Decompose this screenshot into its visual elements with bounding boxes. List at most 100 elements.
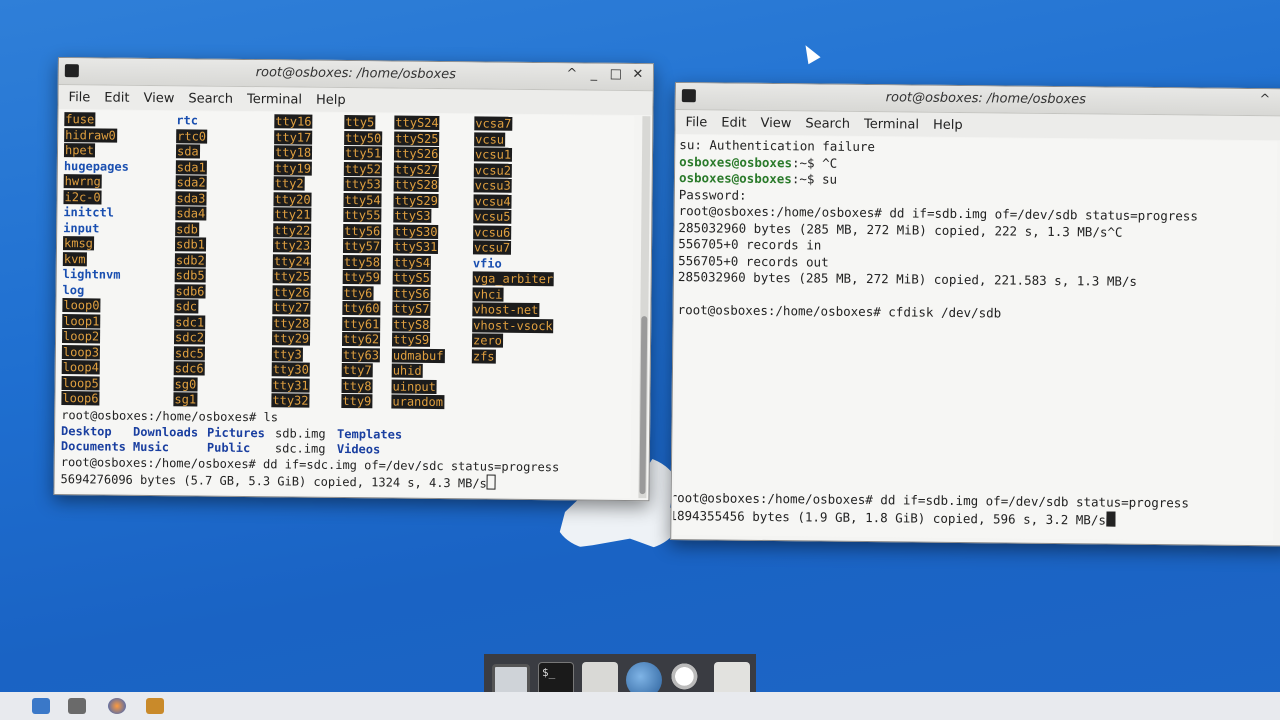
dev-entry: hpet [63, 143, 96, 158]
menu-view[interactable]: View [760, 115, 791, 130]
dev-entry: kmsg [62, 236, 95, 251]
dev-entry: sda3 [175, 190, 207, 206]
menu-view[interactable]: View [143, 90, 174, 105]
dev-entry: ttyS4 [392, 255, 432, 270]
terminal-output[interactable]: su: Authentication failure osboxes@osbox… [673, 135, 1278, 542]
dev-entry: hugepages [63, 158, 129, 174]
dev-entry: kvm [62, 251, 87, 266]
dev-entry: tty27 [272, 300, 311, 315]
menu-help[interactable]: Help [933, 117, 963, 132]
scrollbar[interactable] [638, 116, 651, 499]
menu-terminal[interactable]: Terminal [247, 91, 302, 107]
ls-music: Music [132, 439, 170, 454]
dev-entry: uhid [391, 363, 423, 378]
dev-entry: vcsu4 [473, 193, 512, 209]
dev-entry: tty29 [271, 331, 311, 346]
dev-entry: tty3 [271, 346, 303, 362]
dev-entry: tty53 [343, 176, 382, 192]
dev-entry: fuse [64, 112, 96, 127]
dev-entry: ttyS30 [393, 224, 439, 239]
menu-edit[interactable]: Edit [104, 90, 129, 105]
terminal-output[interactable]: fuse hidraw0 hpet hugepages hwrng i2c-0 initct… [56, 110, 635, 499]
cube-icon[interactable] [68, 698, 86, 714]
ls-public: Public [206, 440, 251, 455]
ls-videos: Videos [336, 441, 381, 456]
shade-button[interactable]: ^ [565, 66, 579, 81]
dev-entry: sdb1 [174, 237, 207, 252]
dev-entry: zfs [471, 348, 496, 364]
dd-progress-text: 5694276096 bytes (5.7 GB, 5.3 GiB) copie… [60, 472, 487, 491]
dev-entry: ttyS9 [391, 332, 431, 347]
dev-entry: ttyS28 [393, 177, 440, 192]
dev-entry: tty32 [271, 393, 310, 408]
dev-entry: rtc [176, 113, 199, 128]
dev-entry: tty26 [272, 284, 311, 300]
prompt-tail: :~$ su [791, 171, 838, 187]
dev-entry: vhci [472, 286, 504, 302]
dev-entry: tty60 [342, 300, 381, 316]
ls-sdc-img: sdc.img [274, 440, 326, 456]
dev-entry: hidraw0 [64, 127, 117, 143]
menu-search[interactable]: Search [188, 91, 233, 106]
dev-entry: ttyS7 [392, 301, 431, 316]
ls-downloads: Downloads [133, 424, 199, 439]
dev-entry: sdb [175, 221, 199, 236]
menu-edit[interactable]: Edit [721, 115, 746, 130]
dev-entry: loop2 [62, 329, 101, 344]
menu-file[interactable]: File [69, 90, 91, 105]
dev-entry: loop3 [61, 344, 101, 359]
shade-button[interactable]: ^ [1258, 92, 1272, 107]
dev-entry: ttyS3 [393, 208, 432, 223]
menu-search[interactable]: Search [805, 116, 850, 131]
menu-file[interactable]: File [686, 115, 708, 130]
dev-entry: initctl [63, 205, 115, 220]
close-button[interactable]: ✕ [631, 67, 645, 82]
dev-entry: tty19 [273, 160, 313, 176]
dev-entry: sda2 [175, 175, 207, 190]
dev-entry: tty63 [341, 347, 381, 362]
dev-entry: ttyS27 [393, 162, 440, 177]
dev-entry: sdc5 [173, 345, 205, 361]
dev-entry: tty2 [273, 176, 305, 191]
dev-column: vcsa7 vcsu vcsu1 vcsu2 vcsu3 vcsu4 vcsu5 vcsu6 v… [471, 116, 556, 365]
dev-entry: tty50 [344, 130, 383, 145]
ls-pictures: Pictures [207, 425, 265, 440]
taskbar [0, 692, 1280, 720]
dev-entry: vfio [472, 255, 502, 271]
ls-templates: Templates [336, 426, 403, 442]
dev-entry: tty8 [341, 378, 373, 393]
dev-entry: tty5 [344, 115, 376, 130]
dev-entry: sdc [174, 299, 199, 314]
terminal-window-left[interactable]: root@osboxes: /home/osboxes ^ _ □ ✕ File… [53, 57, 654, 502]
menu-help[interactable]: Help [316, 92, 346, 107]
text-cursor [486, 474, 496, 490]
dev-entry: rtc0 [176, 128, 208, 144]
dev-entry: tty25 [272, 269, 311, 284]
dev-entry: sdb5 [174, 268, 206, 283]
maximize-button[interactable]: □ [609, 67, 623, 82]
dev-entry: vcsu [474, 131, 506, 147]
dev-entry: ttyS8 [392, 317, 431, 332]
dev-entry: tty58 [342, 254, 382, 269]
minimize-button[interactable]: _ [587, 67, 601, 82]
terminal-window-right[interactable]: root@osboxes: /home/osboxes ^ File Edit … [670, 82, 1280, 547]
app-icon[interactable] [146, 698, 164, 714]
dev-entry: uinput [391, 379, 438, 394]
text-cursor [1105, 511, 1116, 527]
dev-entry: tty31 [271, 377, 310, 393]
dev-entry: tty20 [273, 191, 312, 207]
mail-icon[interactable] [32, 698, 50, 714]
dev-entry: sda4 [175, 206, 207, 221]
dev-entry: tty7 [341, 362, 373, 378]
dev-entry: tty21 [273, 207, 312, 222]
dd-progress-text: 1894355456 bytes (1.9 GB, 1.8 GiB) copie… [673, 507, 1107, 528]
menu-terminal[interactable]: Terminal [864, 116, 919, 132]
firefox-icon[interactable] [108, 698, 126, 714]
dev-entry: loop4 [61, 360, 100, 375]
window-title: root@osboxes: /home/osboxes [885, 90, 1087, 108]
dev-entry: sg0 [173, 376, 198, 391]
scrollbar-thumb[interactable] [639, 316, 648, 495]
dev-entry: tty51 [343, 146, 383, 161]
dev-entry: sg1 [173, 392, 198, 407]
dev-entry: udmabuf [391, 348, 445, 363]
